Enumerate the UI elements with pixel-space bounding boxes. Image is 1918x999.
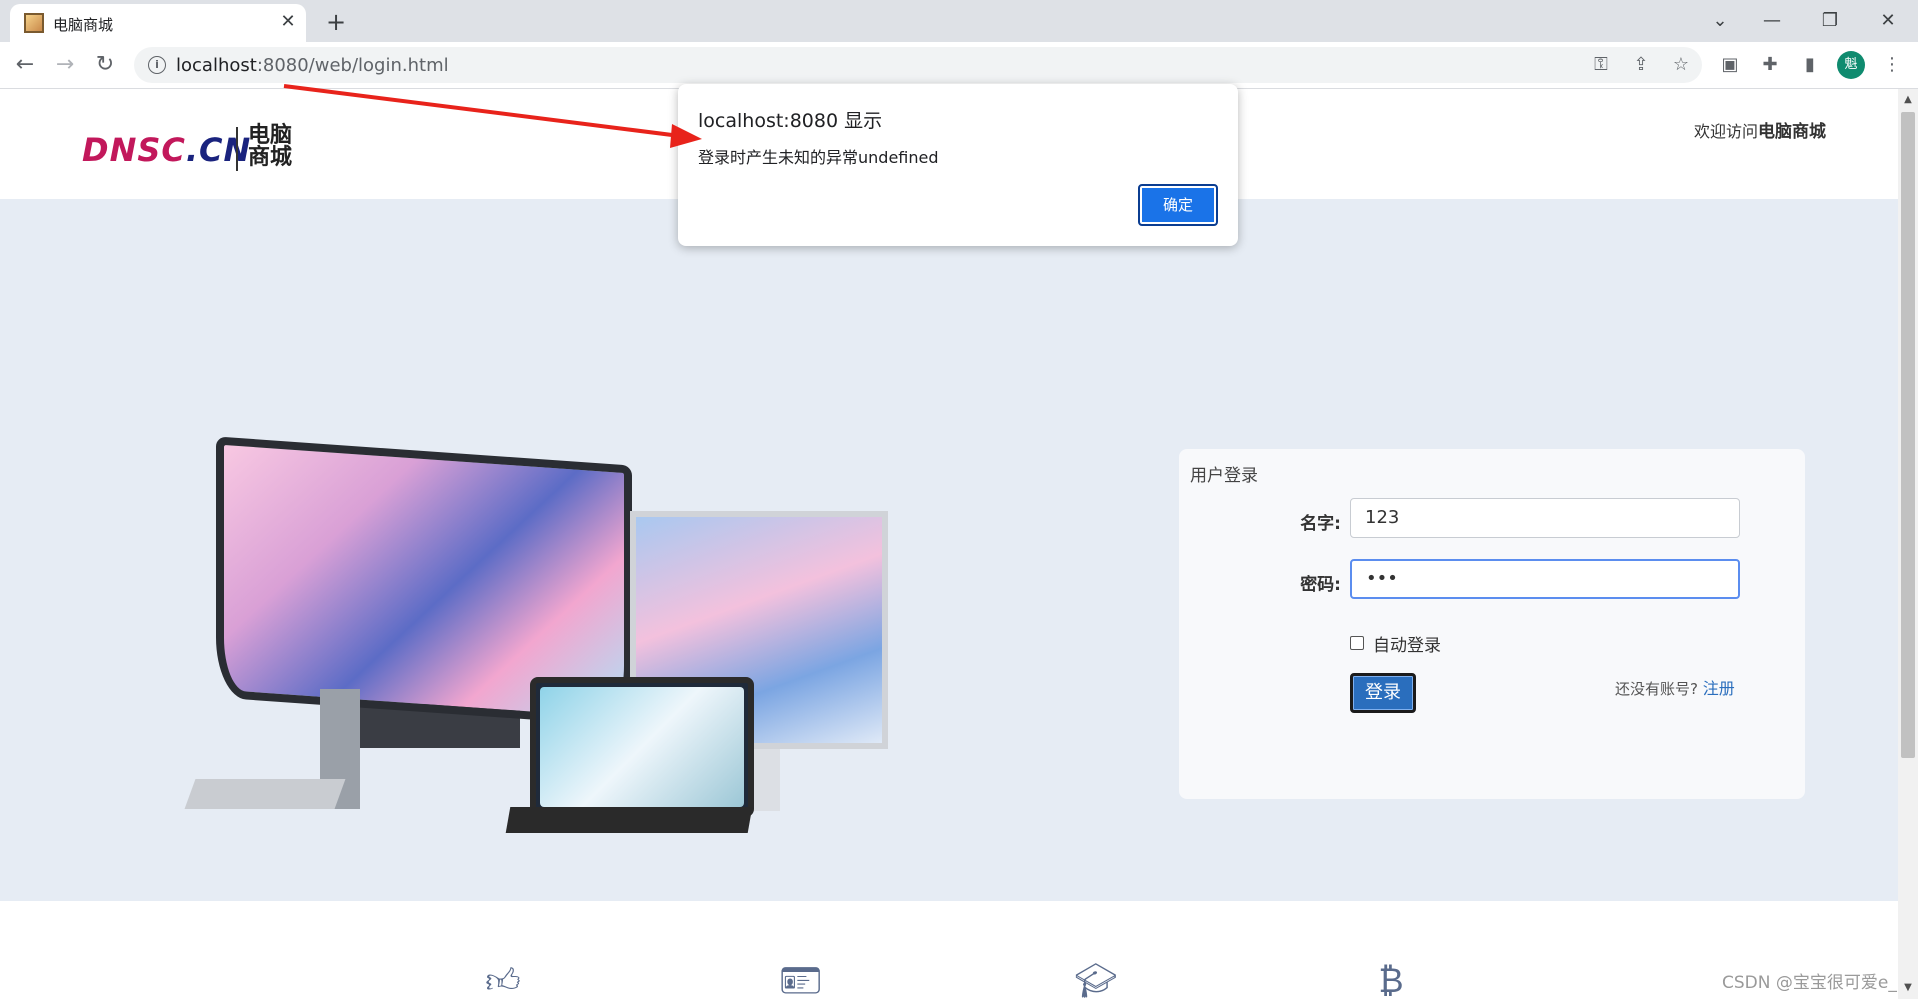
password-label: 密码: bbox=[1300, 575, 1341, 595]
auto-login-label[interactable]: 自动登录 bbox=[1373, 631, 1441, 656]
address-bar[interactable]: i localhost:8080/web/login.html ⚿ ⇪ ☆ bbox=[134, 47, 1702, 83]
window-minimize-button[interactable]: — bbox=[1756, 6, 1788, 36]
dialog-message: 登录时产生未知的异常undefined bbox=[698, 148, 939, 167]
laptop-base-shape bbox=[184, 779, 346, 809]
window-restore-button[interactable]: ❐ bbox=[1814, 6, 1846, 36]
tablet-shape bbox=[530, 677, 754, 817]
thumbs-up-icon: 👍︎ bbox=[485, 961, 521, 999]
features-row: 👍︎ 🪪︎ 🎓︎ ₿ bbox=[0, 901, 1898, 999]
tablet-keyboard-shape bbox=[505, 807, 753, 833]
login-button[interactable]: 登录 bbox=[1350, 673, 1416, 713]
scroll-up-arrow-icon[interactable]: ▲ bbox=[1898, 92, 1918, 108]
new-tab-button[interactable]: + bbox=[322, 8, 350, 36]
name-label: 名字: bbox=[1300, 514, 1341, 534]
url-text[interactable]: localhost:8080/web/login.html bbox=[176, 55, 449, 76]
share-icon[interactable]: ⇪ bbox=[1628, 53, 1654, 77]
register-prompt: 还没有账号? 注册 bbox=[1615, 679, 1735, 698]
password-input[interactable]: ••• bbox=[1350, 559, 1740, 599]
browser-toolbar: ← → ↻ i localhost:8080/web/login.html ⚿ … bbox=[0, 42, 1918, 89]
alert-dialog: localhost:8080 显示 登录时产生未知的异常undefined 确定 bbox=[678, 84, 1238, 246]
dialog-title: localhost:8080 显示 bbox=[698, 110, 883, 132]
csdn-watermark: CSDN @宝宝很可爱e_ bbox=[1722, 973, 1897, 993]
tab-search-chevron-icon[interactable]: ⌄ bbox=[1704, 6, 1736, 36]
browser-menu-icon[interactable]: ⋮ bbox=[1878, 51, 1906, 79]
login-panel: 用户登录 名字: 123 密码: ••• 自动登录 登录 还没有账号? 注册 bbox=[1179, 449, 1805, 799]
scroll-down-arrow-icon[interactable]: ▼ bbox=[1898, 980, 1918, 996]
browser-tab-strip: 电脑商城 ✕ + ⌄ — ❐ ✕ bbox=[0, 0, 1918, 42]
product-illustration bbox=[184, 436, 890, 849]
tablet-screen-shape bbox=[540, 687, 744, 807]
site-info-icon[interactable]: i bbox=[148, 56, 166, 74]
auto-login-checkbox[interactable] bbox=[1350, 636, 1364, 650]
login-panel-title: 用户登录 bbox=[1190, 466, 1258, 486]
register-link[interactable]: 注册 bbox=[1703, 679, 1735, 698]
welcome-text: 欢迎访问电脑商城 bbox=[1694, 122, 1827, 142]
name-input[interactable]: 123 bbox=[1350, 498, 1740, 538]
graduation-cap-icon: 🎓︎ bbox=[1074, 961, 1118, 999]
window-close-button[interactable]: ✕ bbox=[1872, 6, 1904, 36]
tab-favicon-icon bbox=[24, 13, 44, 33]
dialog-ok-button[interactable]: 确定 bbox=[1138, 184, 1218, 226]
logo-divider bbox=[236, 127, 238, 171]
reload-icon[interactable]: ↻ bbox=[91, 51, 119, 79]
extension-app-icon[interactable]: ▣ bbox=[1716, 51, 1744, 79]
tab-close-icon[interactable]: ✕ bbox=[276, 10, 300, 34]
password-key-icon[interactable]: ⚿ bbox=[1588, 53, 1614, 77]
scrollbar-thumb[interactable] bbox=[1901, 112, 1915, 758]
browser-tab-active[interactable]: 电脑商城 ✕ bbox=[10, 4, 306, 42]
extensions-puzzle-icon[interactable]: ✚ bbox=[1756, 51, 1784, 79]
side-panel-icon[interactable]: ▮ bbox=[1796, 51, 1824, 79]
bitcoin-icon: ₿ bbox=[1378, 961, 1404, 999]
back-arrow-icon[interactable]: ← bbox=[11, 51, 39, 79]
logo-chinese-name: 电脑商城 bbox=[248, 123, 293, 170]
forward-arrow-icon[interactable]: → bbox=[51, 51, 79, 79]
profile-avatar[interactable]: 魁 bbox=[1837, 51, 1865, 79]
bookmark-star-icon[interactable]: ☆ bbox=[1668, 53, 1694, 77]
id-card-icon: 🪪︎ bbox=[779, 961, 823, 999]
logo-wordmark: DNSC.CN bbox=[82, 131, 252, 169]
tab-title: 电脑商城 bbox=[53, 16, 114, 34]
